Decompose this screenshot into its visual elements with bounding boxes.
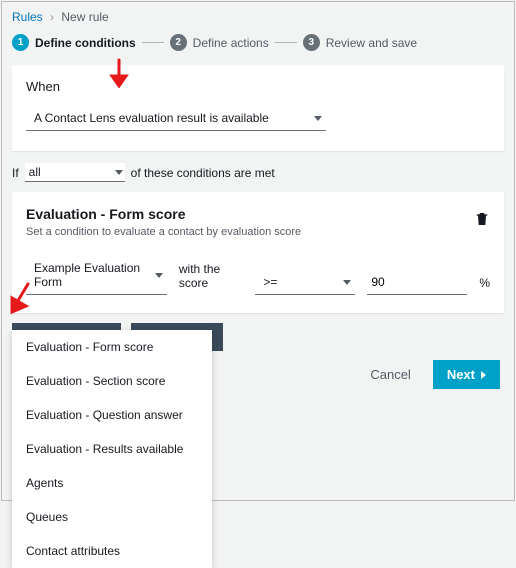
menu-item-section-score[interactable]: Evaluation - Section score — [12, 364, 212, 398]
step-divider — [142, 42, 164, 43]
when-trigger-select[interactable]: A Contact Lens evaluation result is avai… — [26, 106, 326, 131]
logic-mode-select[interactable]: all — [25, 163, 125, 182]
caret-down-icon — [155, 273, 163, 278]
step-1-label: Define conditions — [35, 36, 136, 50]
evaluation-condition-card: Evaluation - Form score Set a condition … — [12, 192, 504, 313]
stepper: 1 Define conditions 2 Define actions 3 R… — [2, 28, 514, 65]
step-divider — [275, 42, 297, 43]
menu-item-results-available[interactable]: Evaluation - Results available — [12, 432, 212, 466]
menu-item-form-score[interactable]: Evaluation - Form score — [12, 330, 212, 364]
next-label: Next — [447, 367, 475, 382]
step-3-label: Review and save — [326, 36, 417, 50]
evaluation-form-value: Example Evaluation Form — [34, 261, 147, 289]
step-define-actions[interactable]: 2 Define actions — [170, 34, 269, 51]
step-review-save[interactable]: 3 Review and save — [303, 34, 417, 51]
when-trigger-value: A Contact Lens evaluation result is avai… — [34, 111, 269, 125]
step-3-number: 3 — [303, 34, 320, 51]
menu-item-contact-attributes[interactable]: Contact attributes — [12, 534, 212, 568]
trash-icon — [474, 210, 490, 228]
menu-item-question-answer[interactable]: Evaluation - Question answer — [12, 398, 212, 432]
logic-rest: of these conditions are met — [131, 166, 275, 180]
logic-mode-value: all — [29, 165, 41, 179]
logic-row: If all of these conditions are met — [2, 161, 514, 192]
chevron-right-icon — [481, 371, 486, 379]
breadcrumb-rules-link[interactable]: Rules — [12, 10, 43, 24]
logic-if: If — [12, 166, 19, 180]
callout-arrow-icon — [4, 282, 34, 316]
step-2-label: Define actions — [193, 36, 269, 50]
breadcrumb: Rules › New rule — [2, 2, 514, 28]
score-operator-select[interactable]: >= — [255, 270, 355, 295]
evaluation-title: Evaluation - Form score — [26, 206, 490, 222]
breadcrumb-current: New rule — [61, 10, 108, 24]
score-value-input[interactable] — [367, 270, 467, 295]
condition-row: Example Evaluation Form with the score >… — [26, 256, 490, 295]
callout-arrow-icon — [108, 58, 130, 88]
score-operator-value: >= — [263, 275, 277, 289]
with-the-score-label: with the score — [179, 262, 243, 295]
breadcrumb-separator: › — [50, 10, 54, 24]
caret-down-icon — [314, 116, 322, 121]
footer-buttons: Cancel Next — [360, 360, 500, 389]
evaluation-subtitle: Set a condition to evaluate a contact by… — [26, 226, 490, 238]
menu-item-agents[interactable]: Agents — [12, 466, 212, 500]
step-define-conditions[interactable]: 1 Define conditions — [12, 34, 136, 51]
delete-condition-button[interactable] — [474, 210, 490, 231]
when-label: When — [26, 79, 490, 94]
when-card: When A Contact Lens evaluation result is… — [12, 65, 504, 151]
caret-down-icon — [115, 170, 123, 175]
step-1-number: 1 — [12, 34, 29, 51]
next-button[interactable]: Next — [433, 360, 500, 389]
step-2-number: 2 — [170, 34, 187, 51]
caret-down-icon — [343, 280, 351, 285]
add-condition-menu: Evaluation - Form score Evaluation - Sec… — [12, 330, 212, 568]
menu-item-queues[interactable]: Queues — [12, 500, 212, 534]
evaluation-form-select[interactable]: Example Evaluation Form — [26, 256, 167, 295]
percent-label: % — [479, 276, 490, 295]
cancel-button[interactable]: Cancel — [360, 360, 420, 389]
